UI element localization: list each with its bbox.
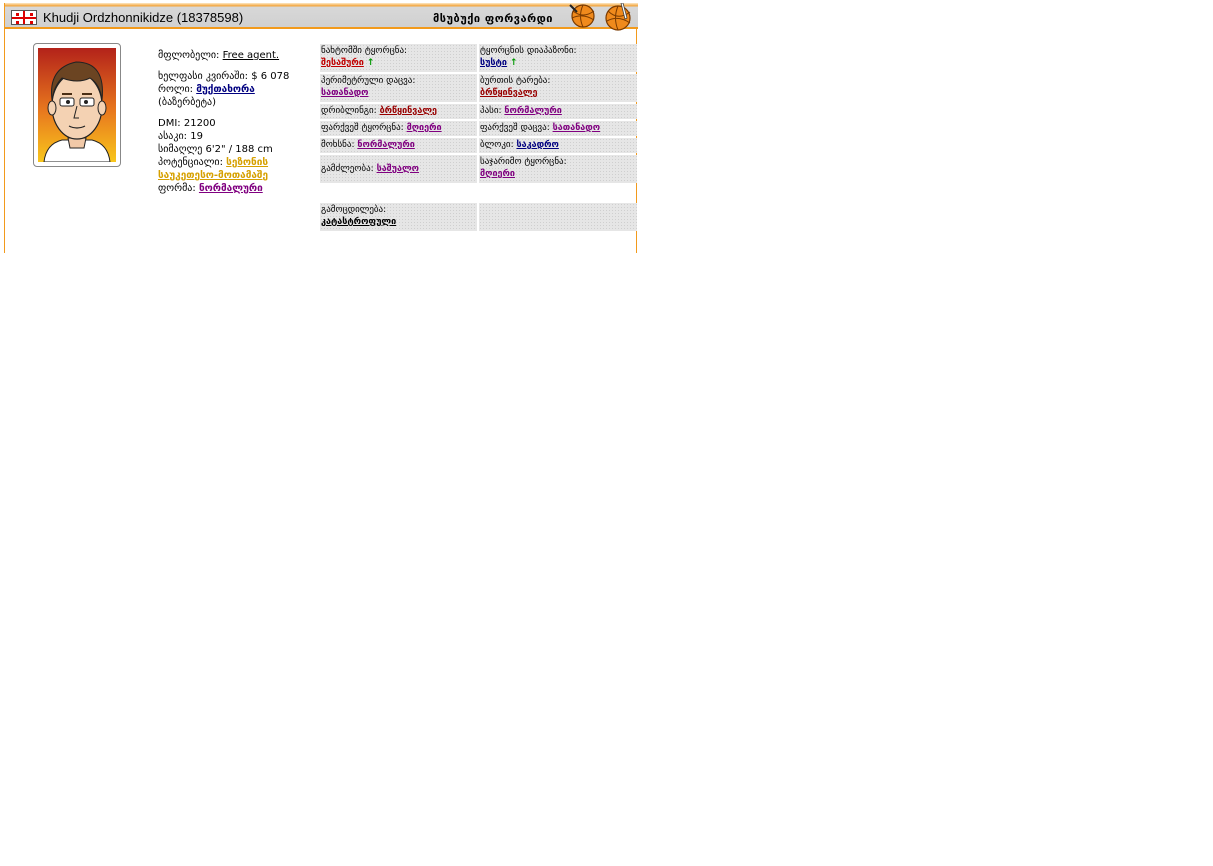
skill-cell-handling: ბურთის ტარება: ბრწყინვალე [479,74,637,102]
skill-value-link[interactable]: ბრწყინვალე [380,106,437,116]
skill-value-link[interactable]: სუსტი [480,58,507,68]
role-link[interactable]: მუქთახორა [196,84,255,95]
experience-label: გამოცდილება: [321,205,387,215]
potential-row: პოტენციალი: სეზონის საუკეთესო-მოთამაშე [158,156,318,182]
skill-label: ფარქვეშ დაცვა: [480,123,550,133]
skill-cell-range: ტყორცნის დიაპაზონი: სუსტი ↑ [479,44,637,72]
form-row: ფორმა: ნორმალური [158,182,318,195]
player-name: Khudji Ordzhonnikidze (18378598) [43,10,244,25]
basketball-icon [569,4,595,28]
skill-label: დრიბლინგი: [321,106,377,116]
arrow-up-icon: ↑ [509,58,518,68]
skill-cell-stamina: გამძლეობა: საშუალო [320,155,477,183]
skill-value-link[interactable]: მღიერი [480,169,515,179]
height-label: სიმაღლე [158,144,203,155]
player-card: Khudji Ordzhonnikidze (18378598) მსუბუქი… [4,3,638,253]
skill-value-link[interactable]: შესაშური [321,58,364,68]
age-value: 19 [190,131,203,142]
form-link[interactable]: ნორმალური [199,183,263,194]
skill-label: საჯარიმო ტყორცნა: [480,157,567,167]
potential-label: პოტენციალი: [158,157,223,168]
role-row: როლი: მუქთახორა [158,83,318,96]
skill-label: მოხსნა: [321,140,355,150]
skill-value-link[interactable]: ნორმალური [357,140,414,150]
basketball-icon [605,3,631,31]
player-avatar [33,43,121,167]
height-value: 6'2" / 188 cm [205,144,273,155]
skill-cell-rebounding: მოხსნა: ნორმალური [320,138,477,153]
skill-value-link[interactable]: საკადრო [516,140,558,150]
skill-label: ფარქვეშ ტყორცნა: [321,123,404,133]
arrow-up-icon: ↑ [366,58,375,68]
skill-cell-perimeter-defense: პერიმეტრული დაცვა: სათანადო [320,74,477,102]
skill-cell-inside-defense: ფარქვეშ დაცვა: სათანადო [479,121,637,136]
dmi-label: DMI: [158,118,181,129]
skill-cell-free-throw: საჯარიმო ტყორცნა: მღიერი [479,155,637,183]
player-info: მფლობელი: Free agent. ხელფასი კვირაში: $… [158,49,318,195]
form-label: ფორმა: [158,183,196,194]
skill-label: ბლოკი: [480,140,514,150]
skill-value-link[interactable]: მღიერი [407,123,442,133]
empty-cell [479,203,637,231]
skill-cell-blocking: ბლოკი: საკადრო [479,138,637,153]
salary-label: ხელფასი კვირაში: [158,71,249,82]
skill-label: ნახტომში ტყორცნა: [321,46,408,56]
player-title-bar: Khudji Ordzhonnikidze (18378598) მსუბუქი… [5,3,638,31]
skill-value-link[interactable]: სათანადო [321,88,368,98]
skill-value-link[interactable]: ნორმალური [504,106,561,116]
skill-cell-jump-shot: ნახტომში ტყორცნა: შესაშური ↑ [320,44,477,72]
role-label: როლი: [158,84,194,95]
salary-row: ხელფასი კვირაში: $ 6 078 [158,70,318,83]
player-face-image [38,48,116,162]
owner-label: მფლობელი: [158,50,220,61]
age-label: ასაკი: [158,131,188,142]
skill-label: ბურთის ტარება: [480,76,551,86]
role-note: (ბაზერბეტა) [158,97,216,108]
owner-link[interactable]: Free agent. [223,50,279,61]
experience-link[interactable]: კატასტროფული [321,217,396,227]
georgia-flag-icon [11,10,37,25]
skill-cell-passing: პასი: ნორმალური [479,104,637,119]
dmi-value: 21200 [183,118,216,129]
dmi-row: DMI: 21200 [158,117,318,130]
salary-value: $ 6 078 [251,71,290,82]
owner-row: მფლობელი: Free agent. [158,49,318,62]
skill-cell-inside-shot: ფარქვეშ ტყორცნა: მღიერი [320,121,477,136]
experience-cell: გამოცდილება: კატასტროფული [320,203,477,231]
skill-label: ტყორცნის დიაპაზონი: [480,46,577,56]
skill-label: პასი: [480,106,502,116]
skill-label: პერიმეტრული დაცვა: [321,76,416,86]
skill-cell-dribbling: დრიბლინგი: ბრწყინვალე [320,104,477,119]
skill-label: გამძლეობა: [321,164,374,174]
skill-value-link[interactable]: ბრწყინვალე [480,88,537,98]
player-position: მსუბუქი ფორვარდი [433,12,554,25]
height-row: სიმაღლე 6'2" / 188 cm [158,143,318,156]
skill-value-link[interactable]: საშუალო [377,164,419,174]
skill-value-link[interactable]: სათანადო [553,123,600,133]
age-row: ასაკი: 19 [158,130,318,143]
